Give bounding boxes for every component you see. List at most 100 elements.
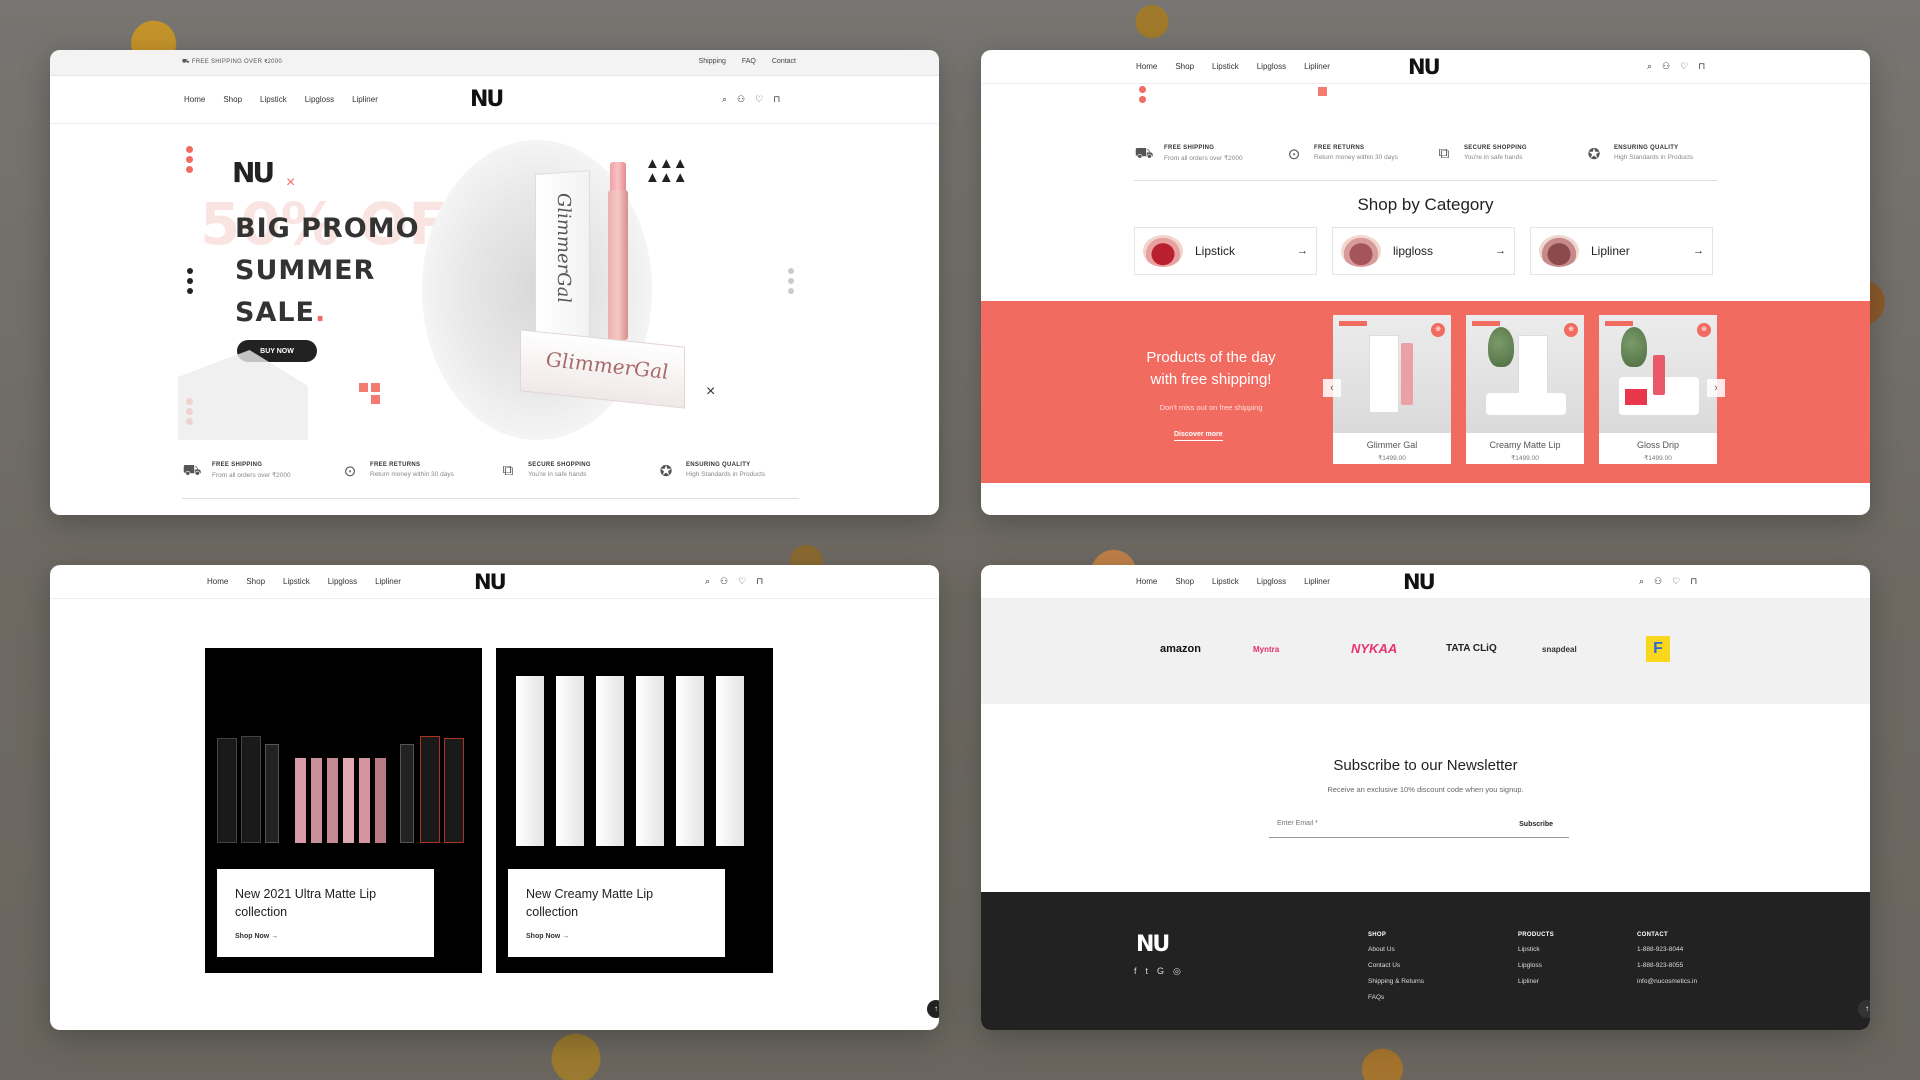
cart-badge-icon[interactable]: ⊕ [1697,323,1711,337]
footer-link[interactable]: Lipstick [1518,946,1554,953]
site-logo[interactable]: NU [1403,570,1436,594]
nav-lipgloss[interactable]: Lipgloss [1257,62,1286,71]
subscribe-button[interactable]: Subscribe [1519,821,1553,828]
lipgloss-tube [608,190,628,340]
footer-link[interactable]: Lipgloss [1518,962,1554,969]
chat-icon[interactable]: ↑ [927,1000,939,1018]
newsletter-subtitle: Receive an exclusive 10% discount code w… [1327,785,1524,794]
social-links: f t G ◎ [1134,966,1181,977]
topbar-link-contact[interactable]: Contact [772,58,796,65]
instagram-icon[interactable]: ◎ [1173,966,1181,977]
facebook-icon[interactable]: f [1134,966,1137,977]
footer-email[interactable]: info@nucosmetics.in [1637,978,1697,985]
nav-home[interactable]: Home [1136,62,1157,71]
site-logo[interactable]: NU [1408,55,1441,79]
nav-lipgloss[interactable]: Lipgloss [1257,577,1286,586]
site-logo[interactable]: NU [474,570,507,594]
search-icon[interactable]: ⌕ [722,94,727,105]
footer-shop-column: SHOP About Us Contact Us Shipping & Retu… [1368,932,1425,1001]
product-card[interactable]: ⊕ Creamy Matte Lip ₹1499.00 [1466,315,1584,464]
shop-now-link[interactable]: Shop Now → [235,933,416,940]
scroll-top-icon[interactable]: ↑ [1858,1000,1870,1018]
footer-link[interactable]: Contact Us [1368,962,1424,969]
bag-icon[interactable]: ⊓ [756,576,763,587]
footer-link[interactable]: FAQs [1368,994,1424,1001]
category-lipliner[interactable]: Lipliner → [1530,227,1713,275]
search-icon[interactable]: ⌕ [705,576,710,587]
brand-flipkart[interactable]: F [1646,636,1670,662]
nav-shop[interactable]: Shop [246,577,265,586]
heart-icon[interactable]: ♡ [738,576,746,587]
nav-lipstick[interactable]: Lipstick [260,95,287,104]
cart-badge-icon[interactable]: ⊕ [1564,323,1578,337]
brand-snapdeal[interactable]: snapdeal [1542,645,1577,654]
brand-tata-cliq[interactable]: TATA CLiQ [1446,643,1497,654]
nav-lipstick[interactable]: Lipstick [1212,577,1239,586]
slider-dot[interactable] [788,288,794,294]
slider-dot[interactable] [788,268,794,274]
heart-icon[interactable]: ♡ [755,94,763,105]
bag-icon[interactable]: ⊓ [773,94,780,105]
category-lipgloss[interactable]: lipgloss → [1332,227,1515,275]
user-icon[interactable]: ⚇ [1654,576,1662,587]
google-icon[interactable]: G [1157,966,1164,977]
user-icon[interactable]: ⚇ [720,576,728,587]
lips-image [1341,235,1381,267]
collection-card-creamy-matte[interactable]: New Creamy Matte Lip collection Shop Now… [496,648,773,973]
user-icon[interactable]: ⚇ [737,94,745,105]
nav-shop[interactable]: Shop [1175,62,1194,71]
search-icon[interactable]: ⌕ [1639,576,1644,587]
slider-dot[interactable] [788,278,794,284]
twitter-icon[interactable]: t [1146,966,1149,977]
decor-square [371,395,380,404]
user-icon[interactable]: ⚇ [1662,61,1670,72]
footer-link[interactable]: Lipliner [1518,978,1554,985]
promo-title: Products of the day with free shipping! [1146,349,1276,388]
bag-icon[interactable]: ⊓ [1690,576,1697,587]
triangles-decor: ▲▲▲ ▲▲▲ [645,155,688,186]
bag-icon[interactable]: ⊓ [1698,61,1705,72]
nav-lipstick[interactable]: Lipstick [1212,62,1239,71]
footer-link[interactable]: Shipping & Returns [1368,978,1424,985]
topbar-link-shipping[interactable]: Shipping [699,58,726,65]
cart-badge-icon[interactable]: ⊕ [1431,323,1445,337]
site-logo[interactable]: NU [470,87,504,112]
brand-amazon[interactable]: amazon [1160,643,1201,655]
category-lipstick[interactable]: Lipstick → [1134,227,1317,275]
nav-lipliner[interactable]: Lipliner [1304,577,1330,586]
top-bar: ⛟ FREE SHIPPING OVER ₹2000 Shipping FAQ … [50,50,939,76]
collection-card-ultra-matte[interactable]: New 2021 Ultra Matte Lip collection Shop… [205,648,482,973]
email-field[interactable] [1277,820,1477,827]
nav-home[interactable]: Home [207,577,228,586]
nav-shop[interactable]: Shop [223,95,242,104]
carousel-next-button[interactable]: › [1707,379,1725,397]
product-card[interactable]: ⊕ Gloss Drip ₹1499.00 [1599,315,1717,464]
topbar-link-faq[interactable]: FAQ [742,58,756,65]
feature-free-returns: ⊙ FREE RETURNS Return money within 30 day… [340,462,498,481]
shop-now-link[interactable]: Shop Now → [526,933,707,940]
divider [1134,180,1717,181]
nav-home[interactable]: Home [1136,577,1157,586]
nav-lipgloss[interactable]: Lipgloss [305,95,334,104]
heart-icon[interactable]: ♡ [1680,61,1688,72]
nav-lipliner[interactable]: Lipliner [352,95,378,104]
carousel-prev-button[interactable]: ‹ [1323,379,1341,397]
brand-nykaa[interactable]: NYKAA [1351,641,1397,656]
nav-shop[interactable]: Shop [1175,577,1194,586]
footer-logo[interactable]: NU [1136,932,1170,957]
discover-more-link[interactable]: Discover more [1174,431,1223,441]
footer-link[interactable]: About Us [1368,946,1424,953]
footer-phone[interactable]: 1-888-923-8044 [1637,946,1697,953]
search-icon[interactable]: ⌕ [1647,61,1652,72]
heart-icon[interactable]: ♡ [1672,576,1680,587]
nav-lipstick[interactable]: Lipstick [283,577,310,586]
nav-lipgloss[interactable]: Lipgloss [328,577,357,586]
footer-screenshot-window: Home Shop Lipstick Lipgloss Lipliner NU … [981,565,1870,1030]
nav-home[interactable]: Home [184,95,205,104]
brand-myntra[interactable]: Myntra [1253,645,1279,654]
nav-lipliner[interactable]: Lipliner [375,577,401,586]
product-card[interactable]: ⊕ Glimmer Gal ₹1499.00 [1333,315,1451,464]
nav-lipliner[interactable]: Lipliner [1304,62,1330,71]
footer-phone[interactable]: 1-888-923-8055 [1637,962,1697,969]
truck-icon: ⛟ [182,462,202,479]
